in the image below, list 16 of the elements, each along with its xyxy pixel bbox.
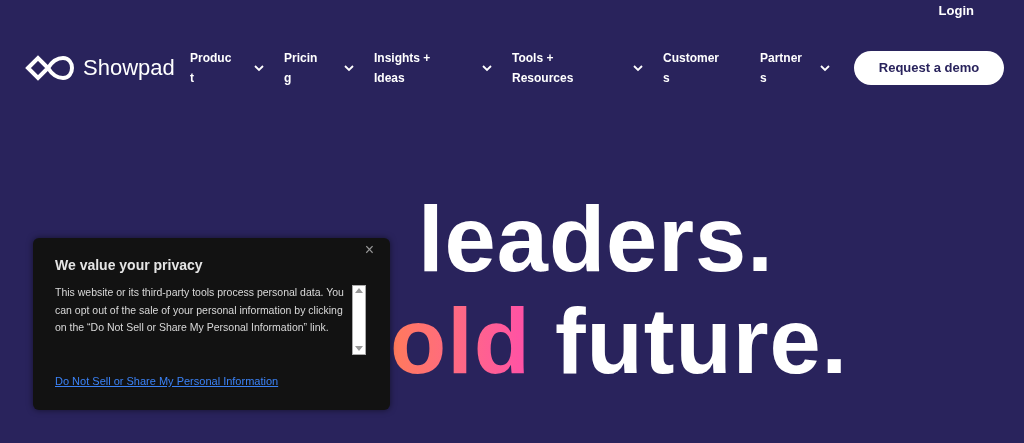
logo-icon (25, 54, 75, 82)
nav-link[interactable]: Insights + Ideas (374, 48, 512, 88)
close-button[interactable]: × (364, 242, 374, 258)
scrollbar[interactable] (352, 285, 366, 355)
nav-link[interactable]: Tools + Resources (512, 48, 663, 88)
dialog-title: We value your privacy (55, 256, 204, 275)
privacy-text: This website or its third-party tools process personal data. You can opt out of the sale of your personal information by clicking on the “Do Not Sell or Share My Personal Information” link. (55, 285, 345, 335)
privacy-link[interactable]: Do Not Sell or Share My Personal Information (55, 373, 279, 390)
request-demo-button[interactable]: Request a demo (854, 51, 1004, 85)
headline-text: future. (554, 289, 849, 394)
nav-link[interactable]: Customers (663, 48, 760, 88)
nav-link[interactable]: Product (190, 48, 284, 88)
login-link[interactable]: Login (938, 1, 974, 18)
logo-text[interactable]: Showpad (83, 57, 175, 79)
nav-link[interactable]: Partners (760, 48, 850, 88)
nav-link[interactable]: Pricing (284, 48, 374, 88)
